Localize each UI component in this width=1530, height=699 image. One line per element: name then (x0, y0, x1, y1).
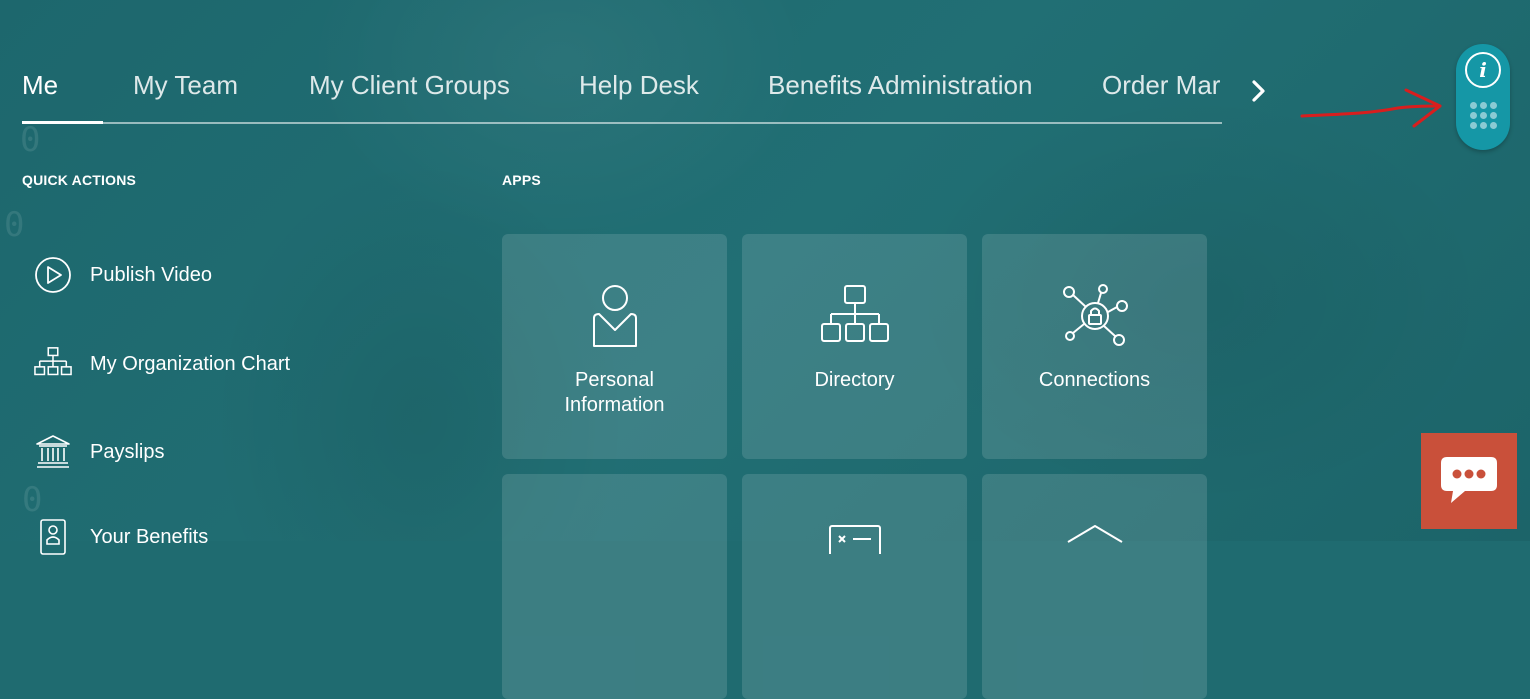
bank-icon (34, 433, 72, 471)
chevron-right-icon[interactable] (1246, 78, 1272, 104)
quick-action-label: Publish Video (90, 263, 212, 286)
annotation-arrow (1300, 88, 1442, 128)
quick-action-your-benefits[interactable]: Your Benefits (34, 518, 208, 556)
app-tile[interactable] (982, 474, 1207, 699)
active-tab-indicator (22, 121, 103, 124)
connections-icon (1062, 284, 1128, 346)
id-badge-icon (34, 518, 72, 556)
decorative-glyph: 0 (20, 120, 41, 160)
app-tile[interactable] (742, 474, 967, 699)
apps-title: APPS (502, 172, 541, 188)
chat-bubble-icon (1441, 457, 1497, 503)
house-icon (1066, 525, 1123, 543)
app-tile-label: Personal Information (564, 369, 665, 416)
quick-action-org-chart[interactable]: My Organization Chart (34, 345, 290, 383)
quick-action-publish-video[interactable]: Publish Video (34, 256, 212, 294)
directory-icon (820, 285, 889, 342)
quick-action-label: My Organization Chart (90, 352, 291, 375)
quick-action-payslips[interactable]: Payslips (34, 433, 164, 471)
toolbar-pill: i (1456, 44, 1510, 150)
app-tile-personal-information[interactable]: Personal Information (502, 234, 727, 459)
tab-benefits-administration[interactable]: Benefits Administration (768, 70, 1032, 101)
nav-tabs: Me My Team My Client Groups Help Desk Be… (22, 60, 1222, 124)
quick-actions-title: QUICK ACTIONS (22, 172, 137, 188)
quick-action-label: Your Benefits (90, 525, 209, 548)
app-tile-connections[interactable]: Connections (982, 234, 1207, 459)
quick-action-label: Payslips (90, 440, 165, 463)
team-icon (585, 524, 645, 554)
decorative-glyph: 0 (22, 480, 43, 520)
tab-help-desk[interactable]: Help Desk (579, 70, 699, 101)
tab-order-management[interactable]: Order Mar (1102, 70, 1220, 101)
app-tile[interactable] (502, 474, 727, 699)
tab-my-team[interactable]: My Team (133, 70, 238, 101)
apps-grid-icon[interactable] (1470, 102, 1498, 130)
play-circle-icon (34, 256, 72, 294)
decorative-glyph: 0 (4, 205, 25, 245)
tabs-track (22, 122, 1222, 124)
chat-button[interactable] (1421, 433, 1517, 529)
person-icon (592, 285, 637, 347)
tab-me[interactable]: Me (22, 70, 58, 101)
id-card-icon (828, 525, 881, 554)
app-tile-directory[interactable]: Directory (742, 234, 967, 459)
app-tile-label: Directory (814, 369, 895, 391)
info-icon[interactable]: i (1465, 52, 1501, 88)
tab-my-client-groups[interactable]: My Client Groups (309, 70, 510, 101)
org-chart-icon (34, 345, 72, 383)
app-tile-label: Connections (1038, 369, 1151, 391)
